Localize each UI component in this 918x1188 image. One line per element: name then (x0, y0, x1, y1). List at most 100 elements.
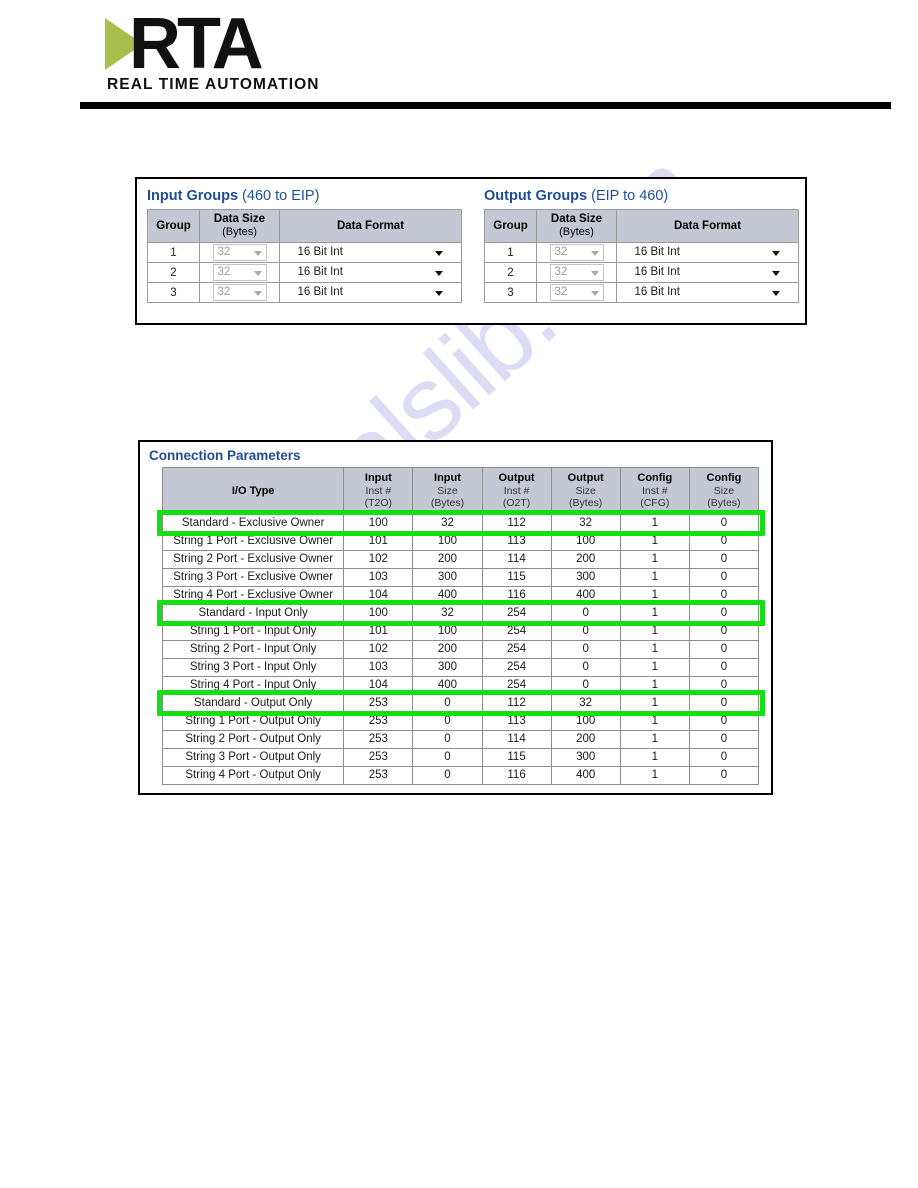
cell-output_inst: 254 (481, 675, 552, 695)
col-config-size: Config Size (Bytes) (688, 467, 760, 515)
input-data-format-select-1[interactable]: 16 Bit Int (294, 265, 448, 280)
col-config-size-l2: Size (713, 484, 735, 497)
logo-wordmark: RTA (129, 4, 264, 84)
cell-config_inst: 1 (619, 711, 690, 731)
input-groups-table: Group Data Size (Bytes) Data Format 1 32… (147, 209, 462, 303)
connection-parameters-panel: Connection Parameters I/O Type Input Ins… (138, 440, 773, 795)
output-data-size-select-2[interactable]: 32 (549, 284, 604, 301)
cell-config_size: 0 (688, 621, 760, 641)
cell-input_size: 0 (412, 693, 483, 713)
cell-io_type: String 3 Port - Exclusive Owner (161, 567, 345, 587)
output-col-group: Group (484, 209, 537, 243)
input-col-data-size: Data Size (Bytes) (199, 209, 280, 243)
cell-config_inst: 1 (619, 567, 690, 587)
input-data-size-cell: 32 (199, 262, 280, 283)
col-output-inst-l3: (O2T) (502, 497, 531, 509)
input-data-format-select-0[interactable]: 16 Bit Int (294, 245, 448, 260)
cell-output_size: 300 (550, 747, 621, 767)
cell-output_inst: 113 (481, 711, 552, 731)
table-row: Standard - Input Only 100 32 254 0 1 0 (161, 603, 760, 623)
cell-config_size: 0 (688, 729, 760, 749)
table-row: String 3 Port - Output Only 253 0 115 300 1 0 (161, 747, 760, 767)
cell-input_size: 300 (412, 657, 483, 677)
connection-parameters-body: Standard - Exclusive Owner 100 32 112 32 1 0 St… (161, 513, 760, 785)
cell-output_inst: 254 (481, 657, 552, 677)
output-groups-title-main: Output Groups (484, 188, 588, 204)
input-data-size-select-0[interactable]: 32 (212, 244, 267, 261)
cell-config_size: 0 (688, 513, 760, 533)
cell-output_size: 0 (550, 603, 621, 623)
cell-input_inst: 104 (343, 585, 414, 605)
cell-output_size: 32 (550, 693, 621, 713)
cell-input_inst: 101 (343, 531, 414, 551)
col-output-size: Output Size (Bytes) (550, 467, 621, 515)
connection-parameters-title: Connection Parameters (149, 448, 301, 463)
col-io-type-label: I/O Type (231, 484, 275, 497)
cell-config_inst: 1 (619, 603, 690, 623)
output-data-size-cell: 32 (536, 282, 617, 303)
cell-io_type: String 1 Port - Output Only (161, 711, 345, 731)
output-data-format-select-2[interactable]: 16 Bit Int (631, 285, 785, 300)
col-config-inst-l3: (CFG) (640, 497, 670, 509)
cell-config_inst: 1 (619, 621, 690, 641)
input-groups-title-main: Input Groups (147, 188, 239, 204)
table-row: String 4 Port - Input Only 104 400 254 0 1 0 (161, 675, 760, 695)
cell-input_inst: 102 (343, 639, 414, 659)
input-groups-title-sub: (460 to EIP) (242, 188, 320, 204)
input-data-size-select-2[interactable]: 32 (212, 284, 267, 301)
cell-io_type: String 3 Port - Output Only (161, 747, 345, 767)
cell-input_inst: 253 (343, 765, 414, 785)
output-groups-title-sub: (EIP to 460) (591, 188, 669, 204)
cell-output_size: 0 (550, 639, 621, 659)
col-output-inst-l2: Inst # (503, 484, 530, 497)
cell-input_inst: 253 (343, 711, 414, 731)
input-data-size-value-0: 32 (212, 244, 267, 261)
input-groups-title: Input Groups (460 to EIP) (147, 187, 462, 205)
input-data-format-cell: 16 Bit Int (279, 262, 462, 283)
cell-config_size: 0 (688, 603, 760, 623)
cell-io_type: String 2 Port - Exclusive Owner (161, 549, 345, 569)
output-data-format-select-1[interactable]: 16 Bit Int (631, 265, 785, 280)
cell-io_type: String 2 Port - Output Only (161, 729, 345, 749)
cell-config_size: 0 (688, 657, 760, 677)
col-config-size-l3: (Bytes) (707, 497, 741, 509)
table-row: Standard - Exclusive Owner 100 32 112 32 1 0 (161, 513, 760, 533)
cell-input_size: 300 (412, 567, 483, 587)
table-row: String 1 Port - Output Only 253 0 113 100 1 0 (161, 711, 760, 731)
cell-output_size: 32 (550, 513, 621, 533)
input-data-format-value-2: 16 Bit Int (297, 286, 343, 298)
col-config-inst: Config Inst # (CFG) (619, 467, 690, 515)
table-row: 3 32 16 Bit Int (484, 282, 799, 303)
col-input-inst-l1: Input (364, 472, 392, 484)
output-groups-body: 1 32 16 Bit Int 2 32 16 Bit Int 3 32 16 … (484, 242, 799, 303)
cell-io_type: Standard - Output Only (161, 693, 345, 713)
cell-output_size: 400 (550, 765, 621, 785)
cell-config_inst: 1 (619, 639, 690, 659)
output-data-size-value-2: 32 (549, 284, 604, 301)
output-data-size-value-0: 32 (549, 244, 604, 261)
cell-input_size: 100 (412, 531, 483, 551)
input-data-format-select-2[interactable]: 16 Bit Int (294, 285, 448, 300)
cell-output_inst: 112 (481, 513, 552, 533)
output-col-data-format: Data Format (616, 209, 799, 243)
col-config-size-l1: Config (706, 472, 742, 484)
output-data-format-select-0[interactable]: 16 Bit Int (631, 245, 785, 260)
cell-config_size: 0 (688, 585, 760, 605)
col-input-size-l2: Size (437, 484, 458, 497)
table-row: 1 32 16 Bit Int (147, 242, 462, 263)
cell-config_inst: 1 (619, 675, 690, 695)
connection-parameters-table-wrap: I/O Type Input Inst # (T2O) Input Size (… (140, 467, 771, 785)
cell-input_inst: 100 (343, 603, 414, 623)
output-data-size-select-1[interactable]: 32 (549, 264, 604, 281)
col-input-inst-l2: Inst # (365, 484, 392, 497)
cell-io_type: String 4 Port - Input Only (161, 675, 345, 695)
cell-input_size: 200 (412, 639, 483, 659)
cell-output_inst: 116 (481, 585, 552, 605)
input-data-size-select-1[interactable]: 32 (212, 264, 267, 281)
input-groups-body: 1 32 16 Bit Int 2 32 16 Bit Int 3 32 16 … (147, 242, 462, 303)
cell-input_size: 100 (412, 621, 483, 641)
input-data-format-cell: 16 Bit Int (279, 282, 462, 303)
cell-config_size: 0 (688, 567, 760, 587)
cell-output_inst: 116 (481, 765, 552, 785)
output-data-size-select-0[interactable]: 32 (549, 244, 604, 261)
